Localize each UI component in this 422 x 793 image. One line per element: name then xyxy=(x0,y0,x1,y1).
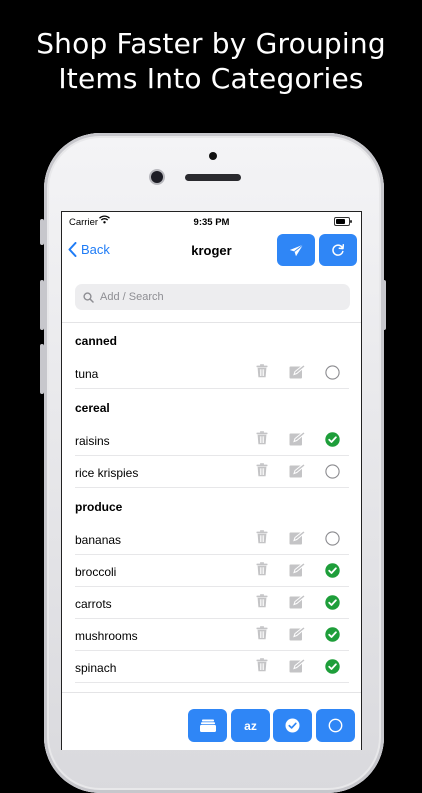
trash-icon[interactable] xyxy=(256,364,268,383)
headline-line-1: Shop Faster by Grouping xyxy=(36,27,386,60)
edit-icon[interactable] xyxy=(289,463,306,483)
edit-icon[interactable] xyxy=(289,658,306,678)
empty-circle-icon[interactable] xyxy=(325,464,340,484)
phone-power-button xyxy=(382,280,386,330)
edit-icon[interactable] xyxy=(289,594,306,614)
sort-az-label: az xyxy=(244,718,257,733)
trash-icon[interactable] xyxy=(256,431,268,450)
page-title: kroger xyxy=(191,243,232,258)
search-input[interactable] xyxy=(100,291,330,303)
paper-plane-icon xyxy=(289,243,303,256)
check-circle-icon[interactable] xyxy=(325,432,340,452)
list-item[interactable]: bananas xyxy=(75,523,349,555)
sort-az-button[interactable]: az xyxy=(231,709,270,742)
edit-icon[interactable] xyxy=(289,530,306,550)
uncheck-all-button[interactable] xyxy=(316,709,355,742)
list-item[interactable]: rice krispies xyxy=(75,456,349,488)
phone-front-camera xyxy=(151,171,163,183)
item-name: spinach xyxy=(75,661,117,675)
trash-icon[interactable] xyxy=(256,594,268,613)
shopping-list: canned tuna cereal raisins rice krispies prod… xyxy=(62,322,361,683)
trash-icon[interactable] xyxy=(256,626,268,645)
item-name: mushrooms xyxy=(75,629,138,643)
category-header: canned xyxy=(75,334,118,348)
navigation-bar: Back kroger xyxy=(62,232,361,272)
trash-icon[interactable] xyxy=(256,658,268,677)
item-name: raisins xyxy=(75,434,110,448)
phone-volume-up xyxy=(40,280,44,330)
category-header: produce xyxy=(75,500,123,514)
refresh-icon xyxy=(332,244,345,256)
phone-proximity-sensor xyxy=(209,152,217,160)
status-time: 9:35 PM xyxy=(193,217,230,228)
item-name: tuna xyxy=(75,367,99,381)
list-item[interactable]: spinach xyxy=(75,651,349,683)
refresh-button[interactable] xyxy=(319,234,357,266)
check-circle-icon[interactable] xyxy=(325,659,340,679)
check-circle-icon xyxy=(285,718,300,733)
category-header: cereal xyxy=(75,401,110,415)
list-bottom-divider xyxy=(62,692,361,693)
list-item[interactable]: tuna xyxy=(75,357,349,389)
item-name: carrots xyxy=(75,597,112,611)
headline-line-2: Items Into Categories xyxy=(58,62,364,95)
folder-stack-icon xyxy=(199,719,216,732)
check-circle-icon[interactable] xyxy=(325,627,340,647)
search-icon xyxy=(83,291,94,303)
item-name: rice krispies xyxy=(75,466,139,480)
check-circle-icon[interactable] xyxy=(325,563,340,583)
trash-icon[interactable] xyxy=(256,530,268,549)
app-screen: Carrier 9:35 PM Back kroger Add / Search… xyxy=(61,211,362,750)
edit-icon[interactable] xyxy=(289,364,306,384)
trash-icon[interactable] xyxy=(256,463,268,482)
item-name: bananas xyxy=(75,533,122,547)
empty-circle-icon[interactable] xyxy=(325,365,340,385)
item-name: broccoli xyxy=(75,565,117,579)
status-bar: Carrier 9:35 PM xyxy=(62,212,361,232)
list-item[interactable]: carrots xyxy=(75,587,349,619)
empty-circle-icon[interactable] xyxy=(325,531,340,551)
bottom-toolbar: az xyxy=(62,709,361,743)
marketing-headline: Shop Faster by Grouping Items Into Categ… xyxy=(0,26,422,96)
check-all-button[interactable] xyxy=(273,709,312,742)
categories-button[interactable] xyxy=(188,709,227,742)
edit-icon[interactable] xyxy=(289,562,306,582)
trash-icon[interactable] xyxy=(256,562,268,581)
edit-icon[interactable] xyxy=(289,626,306,646)
list-item[interactable]: raisins xyxy=(75,424,349,456)
battery-icon xyxy=(334,217,352,226)
search-bar[interactable] xyxy=(75,284,350,310)
empty-circle-icon xyxy=(328,718,343,733)
check-circle-icon[interactable] xyxy=(325,595,340,615)
edit-icon[interactable] xyxy=(289,431,306,451)
phone-silent-switch xyxy=(40,219,44,245)
phone-speaker xyxy=(185,174,241,181)
send-button[interactable] xyxy=(277,234,315,266)
phone-volume-down xyxy=(40,344,44,394)
list-item[interactable]: mushrooms xyxy=(75,619,349,651)
list-item[interactable]: broccoli xyxy=(75,555,349,587)
